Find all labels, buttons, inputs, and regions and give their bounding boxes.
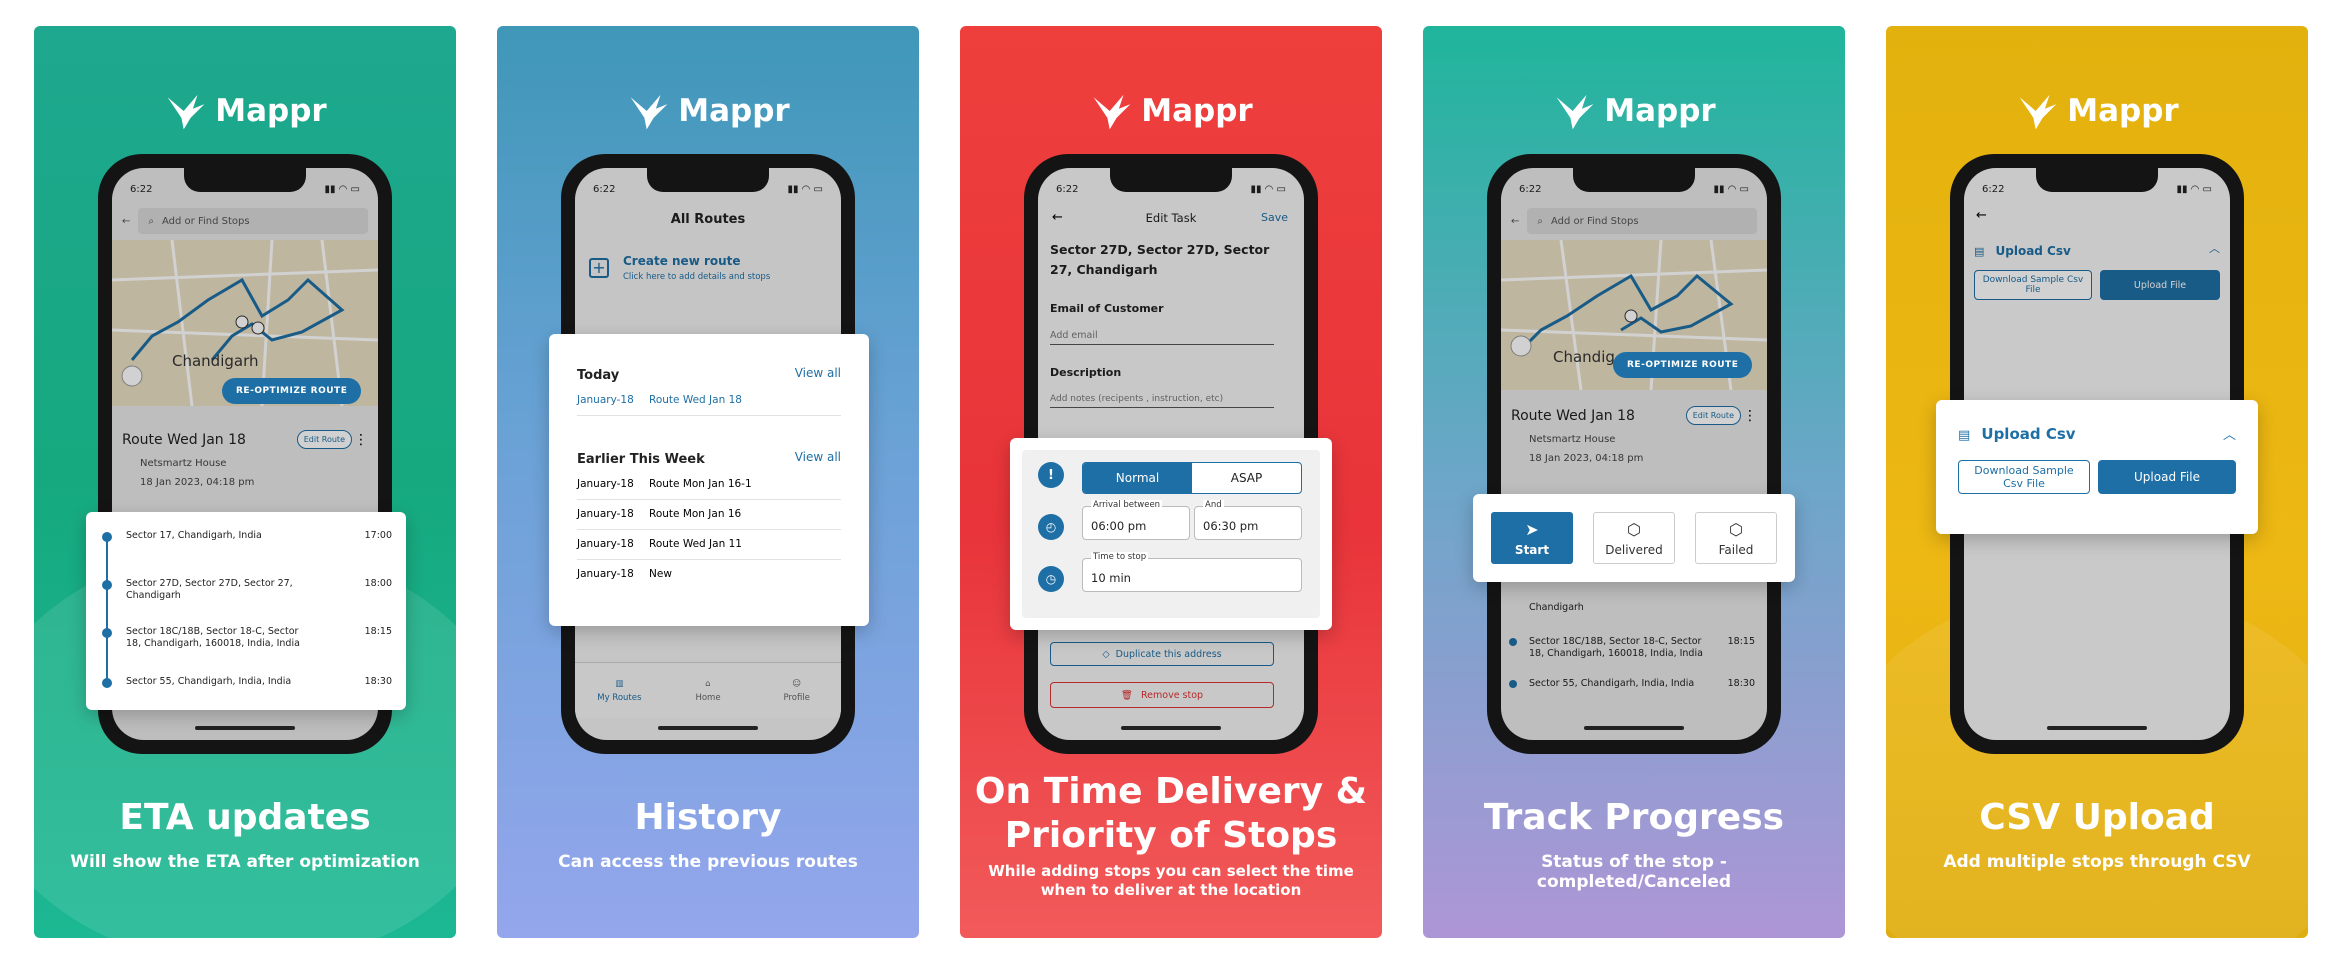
route-row[interactable]: January-18 New bbox=[577, 568, 841, 590]
brand-name: Mappr bbox=[2067, 93, 2179, 129]
view-all-link[interactable]: View all bbox=[795, 366, 841, 380]
stop-status-card: ➤ Start ⬡ Delivered ⬡ Failed bbox=[1473, 494, 1795, 582]
start-button[interactable]: ➤ Start bbox=[1491, 512, 1573, 564]
priority-normal-option[interactable]: Normal bbox=[1083, 463, 1192, 493]
panel-title: Track Progress bbox=[1483, 797, 1785, 838]
eta-stops-card: Sector 17, Chandigarh, India 17:00 Secto… bbox=[86, 512, 406, 710]
download-sample-button[interactable]: Download Sample Csv File bbox=[1958, 460, 2090, 494]
brand-name: Mappr bbox=[678, 93, 790, 129]
route-row[interactable]: January-18 Route Mon Jan 16-1 bbox=[577, 478, 841, 500]
upload-file-button[interactable]: Upload File bbox=[2098, 460, 2236, 494]
package-icon: ⬡ bbox=[1627, 519, 1641, 539]
brand-name: Mappr bbox=[1141, 93, 1253, 129]
arrival-start-field[interactable]: Arrival between 06:00 pm bbox=[1082, 500, 1190, 540]
bird-icon bbox=[2019, 94, 2057, 130]
brand-name: Mappr bbox=[1604, 93, 1716, 129]
panel-history: Mappr 6:22 ▮▮ ◠ ▭ All Routes + Create new… bbox=[497, 26, 919, 938]
panel-subtitle: Will show the ETA after optimization bbox=[70, 852, 420, 872]
today-heading: Today bbox=[577, 368, 620, 383]
reoptimize-route-button[interactable]: RE-OPTIMIZE ROUTE bbox=[222, 378, 362, 404]
failed-button[interactable]: ⬡ Failed bbox=[1695, 512, 1777, 564]
mappr-logo: Mappr bbox=[960, 88, 1382, 134]
bird-icon bbox=[167, 94, 205, 130]
phone-mockup: 6:22 ▮▮ ◠ ▭ ← ⌕ Add or Find Stops Chandig … bbox=[1487, 154, 1781, 754]
arrival-end-field[interactable]: And 06:30 pm bbox=[1194, 500, 1302, 540]
mappr-logo: Mappr bbox=[34, 88, 456, 134]
phone-screen: 6:22 ▮▮ ◠ ▭ ← ⌕ Add or Find Stops Chandig … bbox=[1501, 168, 1767, 740]
delivery-time-card: ! Normal ASAP ◴ Arrival between 06:00 pm… bbox=[1010, 438, 1332, 630]
file-icon: ▤ bbox=[1958, 428, 1971, 443]
panel-track-progress: Mappr 6:22▮▮ ◠ ▭ ← ⌕Add or Find Stops bbox=[1423, 26, 1845, 938]
panel-title: ETA updates bbox=[119, 797, 371, 838]
routes-history-card: Today View all January-18 Route Wed Jan … bbox=[549, 334, 869, 626]
panel-on-time-delivery: Mappr 6:22 ▮▮ ◠ ▭ ← Edit Task Save Sector… bbox=[960, 26, 1382, 938]
delivered-button[interactable]: ⬡ Delivered bbox=[1593, 512, 1675, 564]
panel-subtitle: Status of the stop - completed/Canceled bbox=[1536, 852, 1732, 892]
view-all-link[interactable]: View all bbox=[795, 450, 841, 464]
time-to-stop-field[interactable]: Time to stop 10 min bbox=[1082, 552, 1302, 592]
route-row[interactable]: January-18 Route Wed Jan 18 bbox=[577, 394, 841, 416]
bird-icon bbox=[1556, 94, 1594, 130]
mappr-logo: Mappr bbox=[497, 88, 919, 134]
upload-csv-card: ▤ Upload Csv ︿ Download Sample Csv File … bbox=[1936, 400, 2258, 534]
chevron-up-icon: ︿ bbox=[2222, 428, 2236, 443]
clock-icon: ◴ bbox=[1038, 514, 1064, 540]
reoptimize-route-button[interactable]: RE-OPTIMIZE ROUTE bbox=[1613, 352, 1753, 378]
panel-csv-upload: Mappr 6:22 ▮▮ ◠ ▭ ← ▤ Upload Csv ︿ Downlo… bbox=[1886, 26, 2308, 938]
brand-name: Mappr bbox=[215, 93, 327, 129]
panel-subtitle: While adding stops you can select the ti… bbox=[988, 862, 1354, 899]
earlier-heading: Earlier This Week bbox=[577, 452, 705, 467]
mappr-logo: Mappr bbox=[1423, 88, 1845, 134]
panel-title: CSV Upload bbox=[1979, 797, 2215, 838]
panel-title: On Time Delivery & Priority of Stops bbox=[974, 771, 1368, 856]
priority-asap-option[interactable]: ASAP bbox=[1192, 463, 1301, 493]
mappr-logo: Mappr bbox=[1886, 88, 2308, 134]
route-row[interactable]: January-18 Route Wed Jan 11 bbox=[577, 538, 841, 560]
panel-subtitle: Add multiple stops through CSV bbox=[1943, 852, 2251, 872]
timeline-line bbox=[106, 534, 108, 684]
priority-toggle[interactable]: Normal ASAP bbox=[1082, 462, 1302, 494]
bird-icon bbox=[1093, 94, 1131, 130]
upload-section-header[interactable]: ▤ Upload Csv ︿ bbox=[1958, 424, 2236, 446]
route-row[interactable]: January-18 Route Mon Jan 16 bbox=[577, 508, 841, 530]
bird-icon bbox=[630, 94, 668, 130]
navigation-icon: ➤ bbox=[1525, 519, 1539, 539]
panel-subtitle: Can access the previous routes bbox=[558, 852, 858, 872]
info-icon: ! bbox=[1038, 462, 1064, 488]
panel-title: History bbox=[634, 797, 782, 838]
panel-eta-updates: Mappr 6:22▮▮ ◠ ▭ ← ⌕Add or Find Stops bbox=[34, 26, 456, 938]
timer-icon: ◷ bbox=[1038, 566, 1064, 592]
package-failed-icon: ⬡ bbox=[1729, 519, 1743, 539]
screenshot-stage: Mappr 6:22▮▮ ◠ ▭ ← ⌕Add or Find Stops bbox=[0, 0, 2340, 960]
